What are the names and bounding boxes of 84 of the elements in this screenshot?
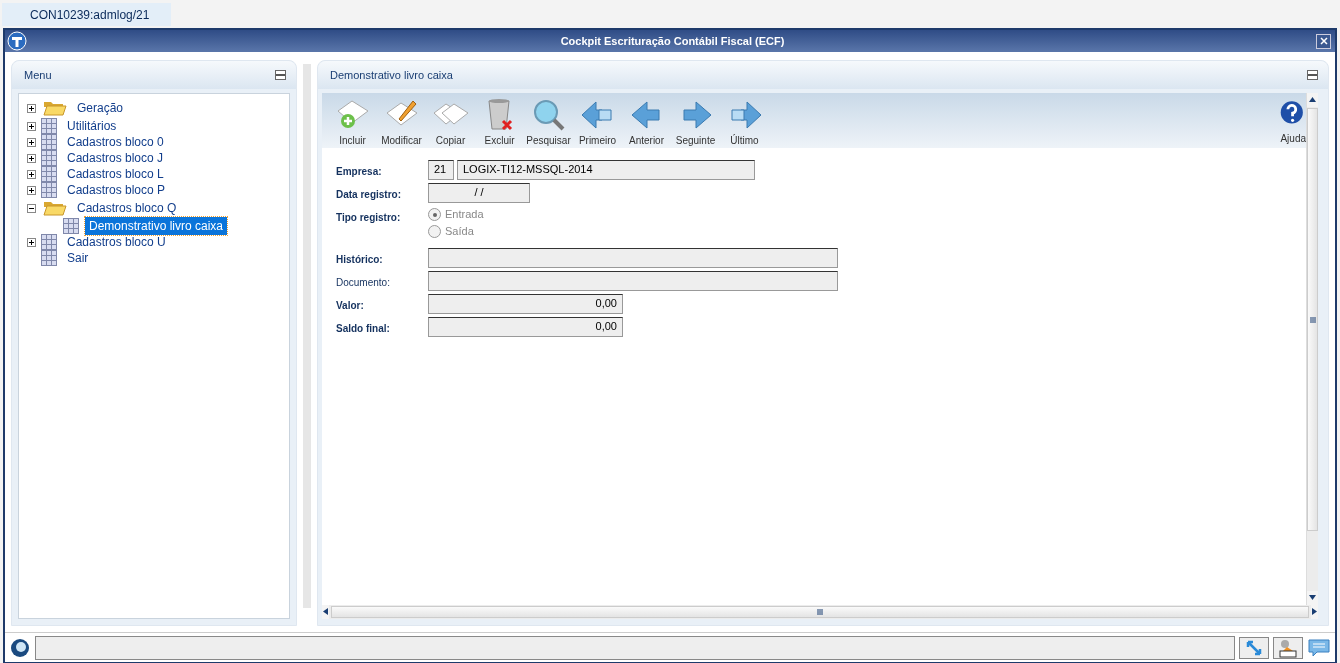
grid-icon — [41, 118, 57, 134]
toolbar-button[interactable]: Seguinte — [671, 97, 720, 148]
grip-icon — [817, 609, 823, 615]
triangle-icon — [1309, 96, 1316, 104]
minimize-button[interactable] — [275, 70, 286, 80]
grid-icon — [41, 234, 57, 250]
date-field[interactable]: / / — [428, 183, 530, 203]
session-tab[interactable]: CON10239:admlog/21 — [2, 3, 172, 26]
plus-icon — [28, 170, 35, 178]
globe-icon — [9, 636, 31, 659]
tree-item[interactable]: Demonstrativo livro caixa — [85, 217, 228, 235]
toolbar-button[interactable]: Pesquisar — [524, 97, 573, 148]
grip-icon — [1309, 316, 1316, 323]
scroll-right-button[interactable] — [1311, 605, 1318, 619]
expand-toggle[interactable] — [27, 103, 36, 113]
tree-item[interactable]: Cadastros bloco U — [63, 233, 170, 251]
expand-toggle[interactable] — [27, 237, 36, 247]
tree-item[interactable]: Cadastros bloco J — [63, 149, 168, 167]
expand-toggle[interactable] — [27, 203, 36, 213]
splitter-handle[interactable] — [303, 64, 311, 608]
code-field[interactable]: 21 — [428, 160, 454, 180]
help-button[interactable]: Ajuda — [1276, 97, 1306, 146]
folder-icon — [43, 199, 67, 217]
plus-icon — [28, 138, 35, 146]
expand-toggle[interactable] — [27, 169, 36, 179]
vertical-scrollbar[interactable] — [1306, 93, 1318, 605]
toolbar-button[interactable]: Modificar — [377, 97, 426, 148]
tree-item[interactable]: Cadastros bloco P — [63, 181, 170, 199]
chat-bubble-icon[interactable] — [1307, 637, 1331, 658]
status-button[interactable] — [1239, 636, 1269, 659]
plus-icon — [28, 122, 35, 130]
close-icon — [1319, 37, 1328, 46]
text-field[interactable] — [428, 271, 838, 291]
grid-icon — [41, 182, 57, 198]
scroll-left-button[interactable] — [322, 605, 329, 619]
field-label: Empresa: — [336, 165, 383, 179]
field-label: Data registro: — [336, 188, 402, 202]
toolbar-button[interactable]: Excluir — [475, 97, 524, 148]
name-field[interactable]: LOGIX-TI12-MSSQL-2014 — [457, 160, 755, 180]
grid-icon — [41, 134, 57, 150]
expand-toggle[interactable] — [27, 137, 36, 147]
triangle-icon — [322, 608, 329, 616]
plus-icon — [28, 104, 35, 112]
expand-toggle[interactable] — [27, 121, 36, 131]
tree-item[interactable]: Geração — [73, 99, 128, 117]
folder-icon — [43, 99, 67, 117]
tree-item[interactable]: Cadastros bloco L — [63, 165, 168, 183]
number-field[interactable]: 0,00 — [428, 294, 623, 314]
scroll-down-button[interactable] — [1307, 591, 1318, 605]
status-button[interactable] — [1273, 636, 1303, 659]
expand-toggle[interactable] — [27, 185, 36, 195]
toolbar-button[interactable]: Último — [720, 97, 769, 148]
field-label: Tipo registro: — [336, 211, 402, 225]
scroll-up-button[interactable] — [1307, 93, 1318, 107]
panel-title: Menu — [24, 67, 52, 83]
plus-icon — [28, 238, 35, 246]
field-label: Histórico: — [336, 253, 384, 267]
tree-item[interactable]: Cadastros bloco 0 — [63, 133, 168, 151]
grid-icon — [41, 150, 57, 166]
grid-icon — [63, 218, 79, 234]
plus-icon — [28, 186, 35, 194]
close-button[interactable] — [1316, 33, 1331, 49]
grid-icon — [41, 166, 57, 182]
field-label: Valor: — [336, 299, 365, 313]
grid-icon — [41, 250, 57, 266]
toolbar-button[interactable]: Copiar — [426, 97, 475, 148]
expand-toggle[interactable] — [27, 153, 36, 163]
field-label: Saldo final: — [336, 322, 391, 336]
horizontal-scrollbar[interactable] — [322, 605, 1318, 619]
plus-icon — [28, 154, 35, 162]
panel-title: Demonstrativo livro caixa — [330, 67, 453, 83]
tree-item[interactable]: Cadastros bloco Q — [73, 199, 181, 217]
text-field[interactable] — [428, 248, 838, 268]
tree-item[interactable]: Sair — [63, 249, 93, 267]
radio-label: Saída — [445, 224, 474, 240]
toolbar-button[interactable]: Anterior — [622, 97, 671, 148]
minimize-button[interactable] — [1307, 70, 1318, 80]
number-field[interactable]: 0,00 — [428, 317, 623, 337]
window-title: Cockpit Escrituração Contábil Fiscal (ECF) — [559, 33, 786, 49]
radio-label: Entrada — [445, 207, 484, 223]
toolbar-button[interactable]: Incluir — [328, 97, 377, 148]
toolbar-button[interactable]: Primeiro — [573, 97, 622, 148]
field-label: Documento: — [336, 276, 391, 290]
tree-item[interactable]: Utilitários — [63, 117, 121, 135]
